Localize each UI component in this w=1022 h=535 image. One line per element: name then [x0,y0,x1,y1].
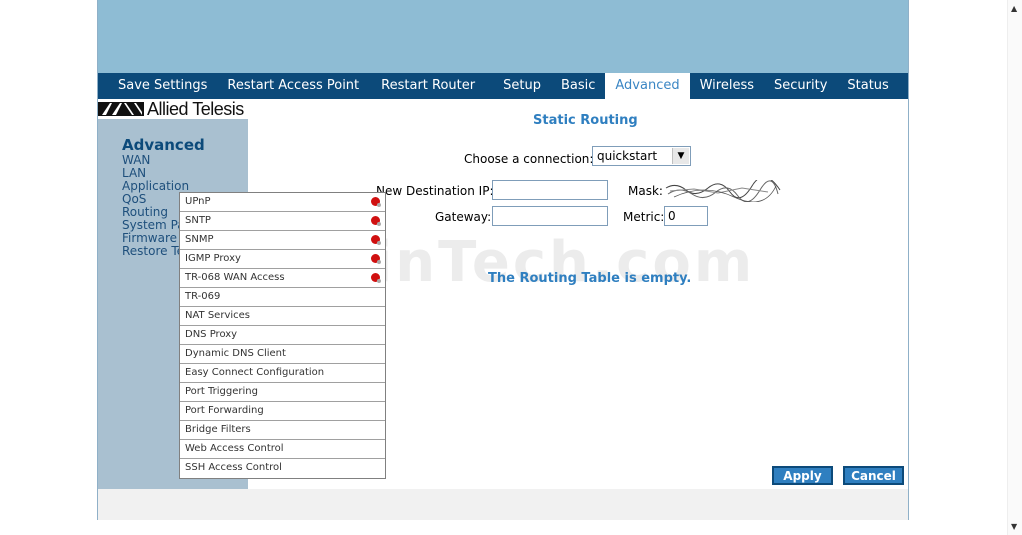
application-dropdown-menu: UPnP SNTP SNMP IGMP Proxy TR-068 WAN Acc… [179,192,386,479]
menu-item-dns-proxy[interactable]: DNS Proxy [180,326,385,345]
menu-item-label: SNMP [185,234,214,245]
connection-select[interactable]: quickstart ▼ [592,146,691,166]
dest-ip-label: New Destination IP: [376,184,494,198]
red-bug-icon [371,197,381,207]
sidebar-title: Advanced [122,136,205,154]
menu-item-port-forwarding[interactable]: Port Forwarding [180,402,385,421]
menu-item-web-access-control[interactable]: Web Access Control [180,440,385,459]
mask-field-obscured[interactable] [664,180,782,202]
apply-button[interactable]: Apply [772,466,833,485]
menu-item-label: UPnP [185,196,211,207]
menu-item-label: TR-068 WAN Access [185,272,285,283]
allied-telesis-logo-icon [98,102,144,116]
menu-item-ssh-access-control[interactable]: SSH Access Control [180,459,385,478]
gateway-label: Gateway: [435,210,492,224]
menu-item-label: IGMP Proxy [185,253,241,264]
nav-basic[interactable]: Basic [551,73,605,99]
menu-item-easy-connect-configuration[interactable]: Easy Connect Configuration [180,364,385,383]
nav-advanced[interactable]: Advanced [605,73,690,99]
mask-label: Mask: [628,184,663,198]
red-bug-icon [371,273,381,283]
menu-item-label: SNTP [185,215,211,226]
metric-input[interactable] [664,206,708,226]
menu-item-snmp[interactable]: SNMP [180,231,385,250]
menu-item-sntp[interactable]: SNTP [180,212,385,231]
nav-status[interactable]: Status [837,73,898,99]
nav-save-settings[interactable]: Save Settings [98,73,217,99]
nav-restart-access-point[interactable]: Restart Access Point [217,73,369,99]
nav-help[interactable]: Help [899,73,961,99]
footer-bar [98,489,908,520]
logo-text: Allied Telesis [147,98,244,119]
menu-item-dynamic-dns-client[interactable]: Dynamic DNS Client [180,345,385,364]
top-nav: Save Settings Restart Access Point Resta… [98,73,944,99]
dest-ip-input[interactable] [492,180,608,200]
scroll-up-icon[interactable]: ▲ [1011,4,1017,13]
connection-select-value: quickstart [597,149,658,163]
gateway-input[interactable] [492,206,608,226]
nav-restart-router[interactable]: Restart Router [369,73,493,99]
red-bug-icon [371,216,381,226]
metric-label: Metric: [623,210,665,224]
cancel-button[interactable]: Cancel [843,466,904,485]
menu-item-port-triggering[interactable]: Port Triggering [180,383,385,402]
header-banner [98,0,908,73]
menu-item-bridge-filters[interactable]: Bridge Filters [180,421,385,440]
scribble-icon [665,180,781,202]
scroll-down-icon[interactable]: ▼ [1011,522,1017,531]
connection-label: Choose a connection: [464,152,594,166]
brand-logo: Allied Telesis [98,99,248,119]
page-title: Static Routing [533,113,638,128]
empty-table-message: The Routing Table is empty. [488,271,692,286]
menu-item-upnp[interactable]: UPnP [180,193,385,212]
menu-item-tr068-wan-access[interactable]: TR-068 WAN Access [180,269,385,288]
menu-item-igmp-proxy[interactable]: IGMP Proxy [180,250,385,269]
nav-wireless[interactable]: Wireless [690,73,764,99]
red-bug-icon [371,235,381,245]
menu-item-nat-services[interactable]: NAT Services [180,307,385,326]
red-bug-icon [371,254,381,264]
nav-setup[interactable]: Setup [493,73,551,99]
menu-item-tr069[interactable]: TR-069 [180,288,385,307]
vertical-scrollbar[interactable]: ▲ ▼ [1007,0,1022,535]
nav-security[interactable]: Security [764,73,837,99]
chevron-down-icon[interactable]: ▼ [672,148,689,164]
